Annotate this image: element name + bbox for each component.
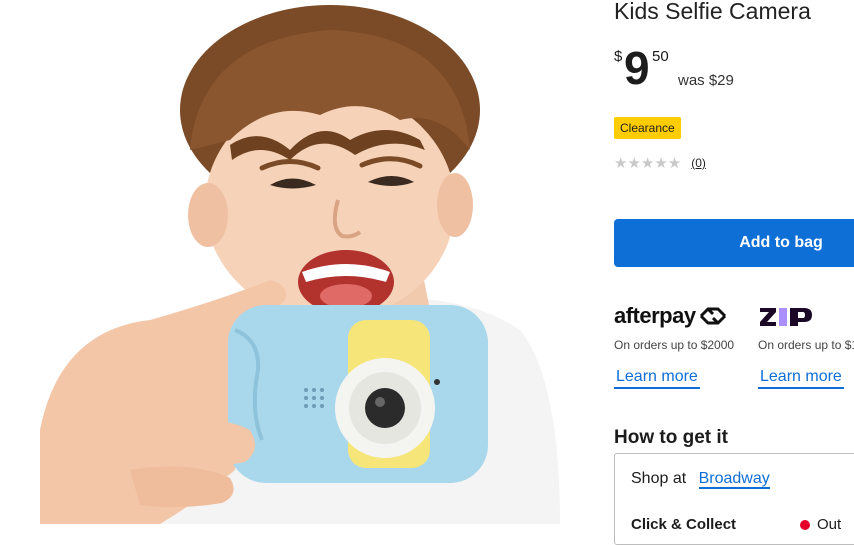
afterpay-logo: afterpay (614, 300, 754, 332)
price-dollars: 9 (624, 42, 650, 94)
click-collect-status: Out (817, 516, 842, 533)
zip-learn-more-link[interactable]: Learn more (758, 368, 844, 389)
afterpay-arrows-icon (699, 307, 726, 325)
add-to-bag-button[interactable]: Add to bag (614, 219, 854, 267)
zip-logo (758, 300, 854, 332)
product-title: Kids Selfie Camera (614, 0, 811, 24)
rating: ★★★★★ (0) (614, 154, 706, 172)
price-currency: $ (614, 48, 623, 65)
how-to-get-it-heading: How to get it (614, 427, 728, 448)
shop-at-row: Shop at Broadway (631, 470, 770, 489)
zip-option: On orders up to $1000 Learn more (758, 300, 854, 389)
add-to-bag-label: Add to bag (739, 234, 823, 251)
was-price: was $29 (678, 72, 734, 89)
product-image[interactable] (0, 0, 590, 524)
price-cents: 50 (652, 48, 669, 65)
click-collect-label: Click & Collect (631, 516, 737, 533)
store-selector-link[interactable]: Broadway (698, 470, 770, 489)
stock-status-dot-icon (800, 520, 810, 530)
star-rating-icon: ★★★★★ (614, 155, 682, 172)
zip-description: On orders up to $1000 (758, 338, 854, 352)
zip-logo-mark (760, 308, 812, 326)
fulfilment-box: Shop at Broadway Click & Collect Out (614, 453, 854, 545)
product-photo-illustration (40, 5, 560, 524)
shop-at-label: Shop at (631, 470, 687, 487)
afterpay-logo-text: afterpay (614, 303, 696, 328)
product-info-panel: Kids Selfie Camera $ 9 50 was $29 Cleara… (614, 0, 854, 545)
afterpay-description: On orders up to $2000 (614, 338, 735, 352)
afterpay-learn-more-link[interactable]: Learn more (614, 368, 700, 389)
review-count-link[interactable]: (0) (691, 156, 706, 170)
clearance-badge: Clearance (614, 117, 681, 139)
afterpay-option: afterpay On orders up to $2000 Learn mor… (614, 300, 754, 389)
